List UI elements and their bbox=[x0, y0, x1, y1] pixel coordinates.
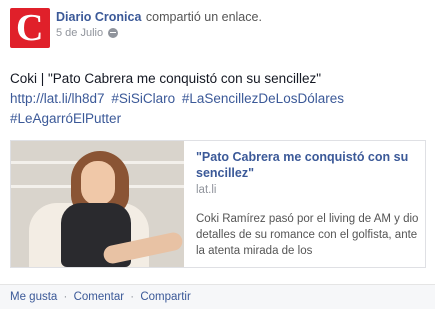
hashtag-link[interactable]: #LaSencillezDeLosDólares bbox=[182, 91, 344, 106]
message-link[interactable]: http://lat.li/lh8d7 bbox=[10, 91, 105, 106]
link-card-title[interactable]: "Pato Cabrera me conquistó con su sencil… bbox=[196, 149, 420, 181]
post-date[interactable]: 5 de Julio bbox=[56, 27, 103, 39]
like-button[interactable]: Me gusta bbox=[10, 291, 57, 303]
action-separator: · bbox=[63, 291, 68, 303]
post-actions-bar: Me gusta · Comentar · Compartir bbox=[0, 284, 435, 309]
message-text: Coki | "Pato Cabrera me conquistó con su… bbox=[10, 71, 321, 86]
post-header: Diario Cronica compartió un enlace. bbox=[56, 8, 426, 26]
post-action-text: compartió un enlace. bbox=[145, 10, 262, 24]
link-card-domain: lat.li bbox=[196, 184, 217, 196]
person-face bbox=[81, 161, 115, 205]
comment-button[interactable]: Comentar bbox=[74, 291, 125, 303]
post-meta: 5 de Julio bbox=[56, 27, 119, 39]
link-card-description: Coki Ramírez pasó por el living de AM y … bbox=[196, 213, 419, 257]
page-avatar[interactable]: C bbox=[10, 8, 50, 48]
link-preview-card[interactable]: "Pato Cabrera me conquistó con su sencil… bbox=[10, 140, 426, 268]
link-thumbnail[interactable] bbox=[11, 141, 184, 267]
cronica-logo: C bbox=[16, 8, 44, 48]
author-link[interactable]: Diario Cronica bbox=[56, 10, 141, 24]
post-message: Coki | "Pato Cabrera me conquistó con su… bbox=[10, 69, 425, 129]
share-button[interactable]: Compartir bbox=[140, 291, 190, 303]
link-card-body: "Pato Cabrera me conquistó con su sencil… bbox=[196, 149, 420, 196]
hashtag-link[interactable]: #SiSiClaro bbox=[111, 91, 175, 106]
hashtag-link[interactable]: #LeAgarróElPutter bbox=[10, 111, 121, 126]
globe-icon[interactable] bbox=[108, 28, 119, 38]
action-separator: · bbox=[130, 291, 135, 303]
